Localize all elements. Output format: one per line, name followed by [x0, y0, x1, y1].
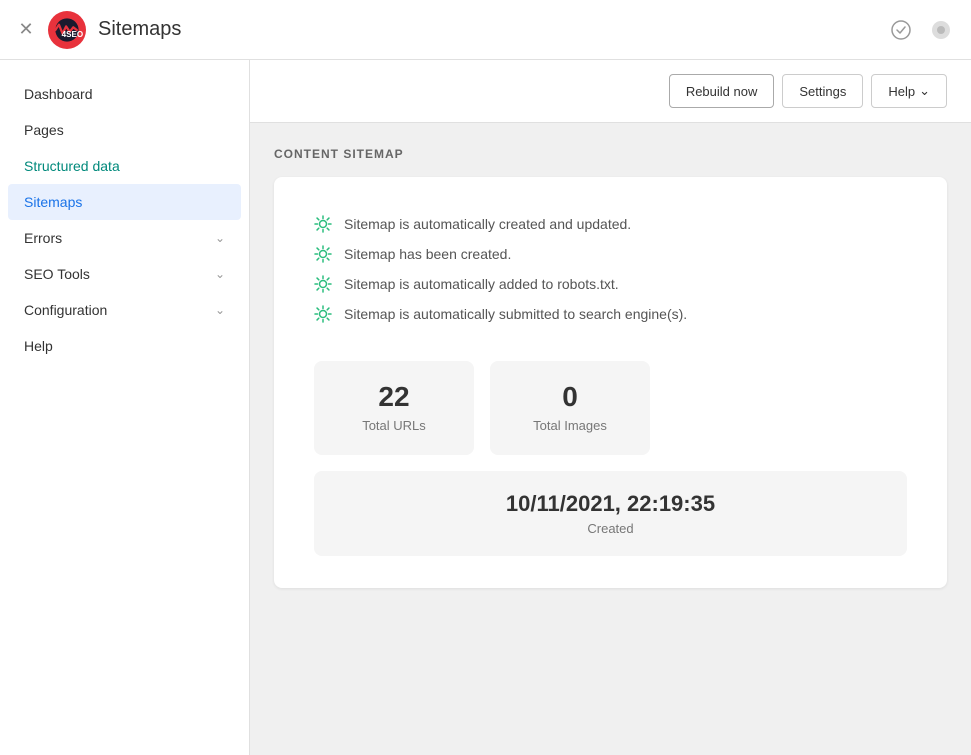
seo-tools-chevron-icon: ⌄ [215, 267, 225, 281]
main-content: Rebuild now Settings Help ⌄ CONTENT SITE… [250, 60, 971, 755]
status-text-1: Sitemap has been created. [344, 246, 511, 262]
rebuild-now-button[interactable]: Rebuild now [669, 74, 775, 108]
status-icon-1 [314, 245, 332, 263]
sidebar: Dashboard Pages Structured data Sitemaps… [0, 60, 250, 755]
total-urls-label: Total URLs [362, 418, 426, 433]
status-item-0: Sitemap is automatically created and upd… [314, 209, 907, 239]
status-item-3: Sitemap is automatically submitted to se… [314, 299, 907, 329]
status-text-2: Sitemap is automatically added to robots… [344, 276, 619, 292]
app-title: Sitemaps [98, 18, 181, 41]
status-item-1: Sitemap has been created. [314, 239, 907, 269]
date-card: 10/11/2021, 22:19:35 Created [314, 471, 907, 556]
stat-card-urls: 22 Total URLs [314, 361, 474, 455]
notification-icon[interactable] [927, 16, 955, 44]
sidebar-item-configuration[interactable]: Configuration ⌄ [0, 292, 249, 328]
settings-button[interactable]: Settings [782, 74, 863, 108]
svg-text:4SEO: 4SEO [62, 30, 83, 39]
stats-row: 22 Total URLs 0 Total Images [314, 361, 907, 455]
status-text-3: Sitemap is automatically submitted to se… [344, 306, 687, 322]
status-icon-2 [314, 275, 332, 293]
created-date: 10/11/2021, 22:19:35 [354, 491, 867, 517]
logo-container: 4SEO [48, 11, 86, 49]
header-icons [887, 16, 955, 44]
app-logo: 4SEO [48, 11, 86, 49]
status-item-2: Sitemap is automatically added to robots… [314, 269, 907, 299]
status-list: Sitemap is automatically created and upd… [314, 209, 907, 329]
sidebar-item-seo-tools[interactable]: SEO Tools ⌄ [0, 256, 249, 292]
body-layout: Dashboard Pages Structured data Sitemaps… [0, 60, 971, 755]
help-chevron-icon: ⌄ [919, 83, 930, 99]
sidebar-item-structured-data[interactable]: Structured data [0, 148, 249, 184]
total-urls-number: 22 [354, 381, 434, 413]
header: ✕ 4SEO Sitemaps [0, 0, 971, 60]
sidebar-item-sitemaps[interactable]: Sitemaps [8, 184, 241, 220]
status-icon-3 [314, 305, 332, 323]
sidebar-item-pages[interactable]: Pages [0, 112, 249, 148]
sidebar-item-help[interactable]: Help [0, 328, 249, 364]
total-images-label: Total Images [533, 418, 607, 433]
configuration-chevron-icon: ⌄ [215, 303, 225, 317]
created-label: Created [354, 521, 867, 536]
help-button[interactable]: Help ⌄ [871, 74, 947, 108]
toolbar: Rebuild now Settings Help ⌄ [250, 60, 971, 123]
close-icon[interactable]: ✕ [16, 20, 36, 40]
section-title: CONTENT SITEMAP [274, 147, 947, 161]
total-images-number: 0 [530, 381, 610, 413]
errors-chevron-icon: ⌄ [215, 231, 225, 245]
sidebar-item-dashboard[interactable]: Dashboard [0, 76, 249, 112]
status-text-0: Sitemap is automatically created and upd… [344, 216, 631, 232]
stat-card-images: 0 Total Images [490, 361, 650, 455]
check-circle-icon[interactable] [887, 16, 915, 44]
sidebar-item-errors[interactable]: Errors ⌄ [0, 220, 249, 256]
sitemap-card: Sitemap is automatically created and upd… [274, 177, 947, 588]
content-area: CONTENT SITEMAP [250, 123, 971, 612]
status-icon-0 [314, 215, 332, 233]
